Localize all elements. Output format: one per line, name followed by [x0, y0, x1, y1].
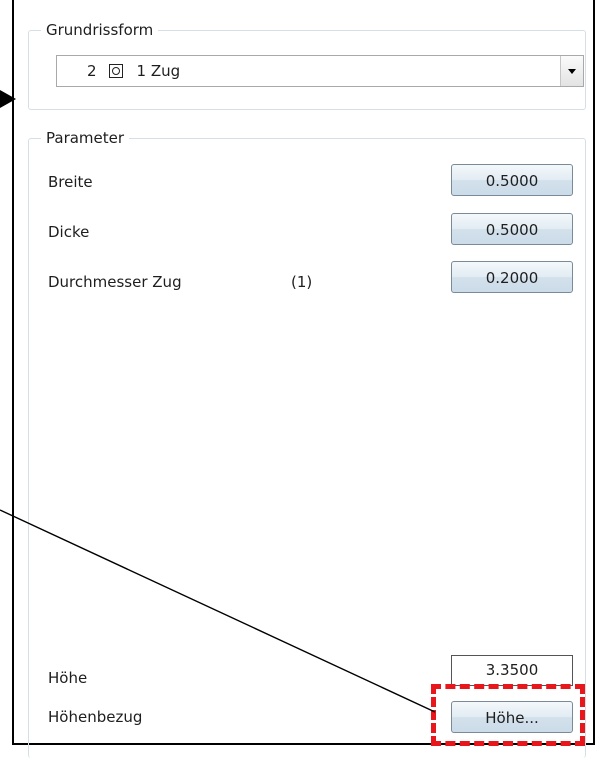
arrow-head-icon [0, 90, 16, 108]
annotation-lines [0, 90, 436, 713]
pointer-line [0, 509, 436, 713]
